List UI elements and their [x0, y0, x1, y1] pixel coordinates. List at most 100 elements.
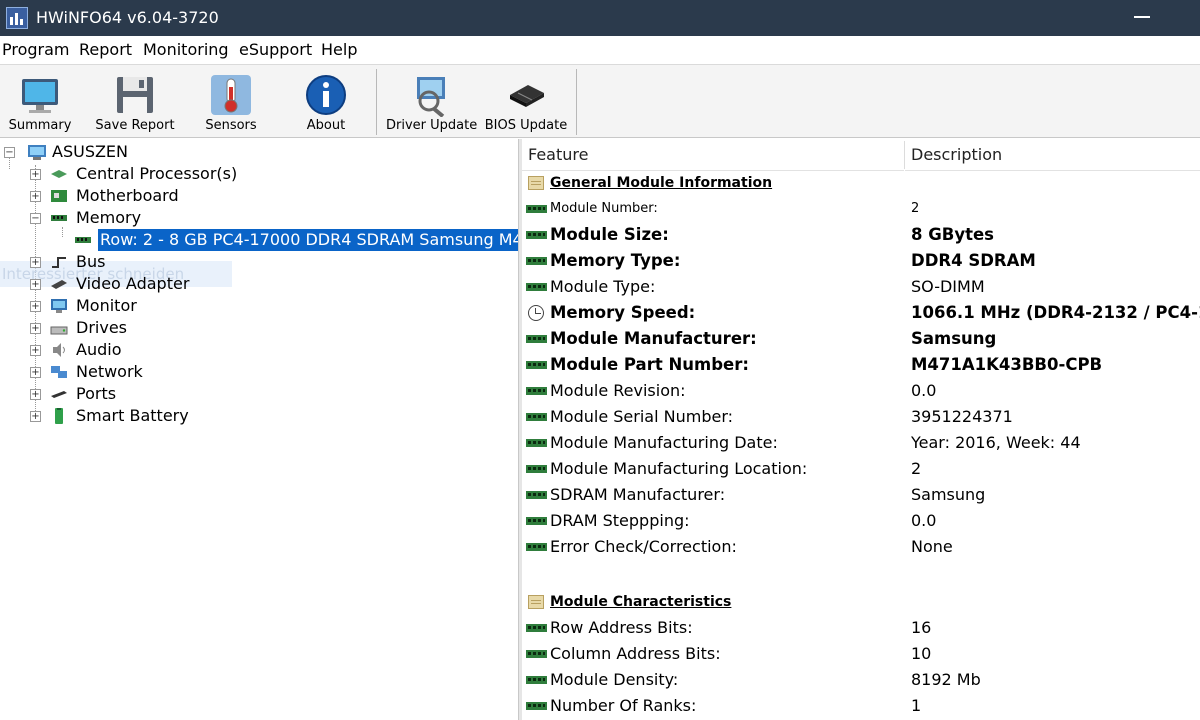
- expand-icon[interactable]: +: [30, 389, 41, 400]
- tree-item-bus[interactable]: + Bus: [30, 251, 290, 273]
- sensors-button[interactable]: Sensors: [196, 65, 266, 137]
- tree-item-video[interactable]: + Video Adapter: [30, 273, 290, 295]
- feature-label: Module Number:: [550, 201, 658, 216]
- expand-icon[interactable]: +: [30, 279, 41, 290]
- detail-row[interactable]: SDRAM Manufacturer: Samsung: [522, 482, 1200, 508]
- feature-value: DDR4 SDRAM: [911, 251, 1036, 270]
- detail-row[interactable]: Row Address Bits: 16: [522, 615, 1200, 641]
- feature-label: Module Manufacturer:: [550, 329, 757, 348]
- column-divider[interactable]: [904, 141, 905, 169]
- detail-row[interactable]: DRAM Steppping: 0.0: [522, 508, 1200, 534]
- detail-row[interactable]: Module Serial Number: 3951224371: [522, 404, 1200, 430]
- ram-icon: [526, 491, 547, 499]
- detail-row[interactable]: Module Density: 8192 Mb: [522, 667, 1200, 693]
- driver-update-button[interactable]: Driver Update: [386, 65, 478, 137]
- tree-item-monitor[interactable]: + Monitor: [30, 295, 290, 317]
- menu-report[interactable]: Report: [79, 40, 132, 60]
- ram-icon: [51, 215, 67, 221]
- collapse-icon[interactable]: −: [30, 213, 41, 224]
- expand-icon[interactable]: +: [30, 301, 41, 312]
- expand-icon[interactable]: +: [30, 257, 41, 268]
- ram-icon: [526, 465, 547, 473]
- expand-icon[interactable]: +: [30, 323, 41, 334]
- feature-label: Error Check/Correction:: [550, 537, 737, 556]
- toolbar-separator: [376, 69, 377, 135]
- detail-row[interactable]: Module Manufacturing Date: Year: 2016, W…: [522, 430, 1200, 456]
- expand-icon[interactable]: +: [30, 191, 41, 202]
- detail-row[interactable]: Column Address Bits: 10: [522, 641, 1200, 667]
- motherboard-icon: [51, 190, 67, 202]
- ram-icon: [526, 650, 547, 658]
- tree-item-motherboard[interactable]: + Motherboard: [30, 185, 290, 207]
- clock-icon: [528, 305, 544, 321]
- feature-value: 2: [911, 459, 922, 478]
- window-title: HWiNFO64 v6.04-3720: [36, 8, 219, 27]
- tree-item-network[interactable]: + Network: [30, 361, 290, 383]
- tree-item-cpu[interactable]: + Central Processor(s): [30, 163, 290, 185]
- feature-label: DRAM Steppping:: [550, 511, 690, 530]
- sensors-label: Sensors: [205, 118, 257, 133]
- detail-row[interactable]: Module Revision: 0.0: [522, 378, 1200, 404]
- speaker-icon: [53, 343, 65, 357]
- tree-item-audio[interactable]: + Audio: [30, 339, 290, 361]
- detail-row[interactable]: Memory Type: DDR4 SDRAM: [522, 248, 1200, 274]
- toolbar-separator: [576, 69, 577, 135]
- driver-update-label: Driver Update: [386, 118, 478, 133]
- feature-value: 1: [911, 696, 922, 715]
- collapse-icon[interactable]: −: [4, 147, 15, 158]
- section-header[interactable]: General Module Information: [522, 170, 1200, 196]
- expand-icon[interactable]: +: [30, 345, 41, 356]
- section-header[interactable]: Module Characteristics: [522, 589, 1200, 615]
- detail-row[interactable]: Error Check/Correction: None: [522, 534, 1200, 560]
- menu-program[interactable]: Program: [2, 40, 70, 60]
- about-button[interactable]: About: [290, 65, 362, 137]
- monitor-icon: [22, 79, 58, 113]
- ram-icon: [526, 543, 547, 551]
- feature-value: 1066.1 MHz (DDR4-2132 / PC4-17: [911, 303, 1200, 322]
- expand-icon[interactable]: +: [30, 367, 41, 378]
- feature-value: Samsung: [911, 329, 997, 348]
- feature-value: Year: 2016, Week: 44: [911, 433, 1081, 452]
- feature-value: 0.0: [911, 381, 937, 400]
- section-icon: [528, 595, 544, 609]
- summary-button[interactable]: Summary: [4, 65, 76, 137]
- feature-label: SDRAM Manufacturer:: [550, 485, 726, 504]
- bios-update-button[interactable]: BIOS Update: [484, 65, 568, 137]
- battery-icon: [55, 408, 63, 424]
- feature-label: Module Manufacturing Date:: [550, 433, 778, 452]
- expand-icon[interactable]: +: [30, 411, 41, 422]
- detail-row[interactable]: Module Manufacturer: Samsung: [522, 326, 1200, 352]
- column-header-description[interactable]: Description: [905, 139, 1200, 171]
- expand-icon[interactable]: +: [30, 169, 41, 180]
- column-header-feature[interactable]: Feature: [522, 139, 904, 171]
- menu-help[interactable]: Help: [321, 40, 357, 60]
- detail-row[interactable]: Number Of Ranks: 1: [522, 693, 1200, 719]
- tree-item-ports[interactable]: + Ports: [30, 383, 290, 405]
- detail-row[interactable]: Module Number: 2: [522, 196, 1200, 222]
- feature-value: 16: [911, 618, 932, 637]
- tree-item-label: Video Adapter: [76, 274, 190, 293]
- menu-bar: Program Report Monitoring eSupport Help: [0, 36, 1200, 64]
- feature-value: 0.0: [911, 511, 937, 530]
- detail-row[interactable]: Module Manufacturing Location: 2: [522, 456, 1200, 482]
- details-pane: Feature Description General Module Infor…: [522, 139, 1200, 720]
- detail-row[interactable]: Memory Speed: 1066.1 MHz (DDR4-2132 / PC…: [522, 300, 1200, 326]
- tree-item-label: Bus: [76, 252, 106, 271]
- detail-row[interactable]: Module Type: SO-DIMM: [522, 274, 1200, 300]
- tree-item-memory[interactable]: − Memory: [30, 207, 290, 229]
- detail-row[interactable]: Module Size: 8 GBytes: [522, 222, 1200, 248]
- minimize-button[interactable]: [1134, 16, 1150, 18]
- menu-monitoring[interactable]: Monitoring: [143, 40, 229, 60]
- detail-row[interactable]: Module Part Number: M471A1K43BB0-CPB: [522, 352, 1200, 378]
- feature-label: Module Size:: [550, 225, 669, 244]
- save-report-button[interactable]: Save Report: [92, 65, 178, 137]
- feature-value: Samsung: [911, 485, 986, 504]
- feature-label: Memory Type:: [550, 251, 681, 270]
- menu-esupport[interactable]: eSupport: [239, 40, 312, 60]
- tree-item-battery[interactable]: + Smart Battery: [30, 405, 290, 427]
- tree-root[interactable]: − ASUSZEN: [4, 141, 144, 163]
- tree-item-drives[interactable]: + Drives: [30, 317, 290, 339]
- feature-label: Memory Speed:: [550, 303, 696, 322]
- tree-item-memory-row[interactable]: Row: 2 - 8 GB PC4-17000 DDR4 SDRAM Samsu…: [74, 229, 519, 251]
- tree-connector: [62, 227, 63, 237]
